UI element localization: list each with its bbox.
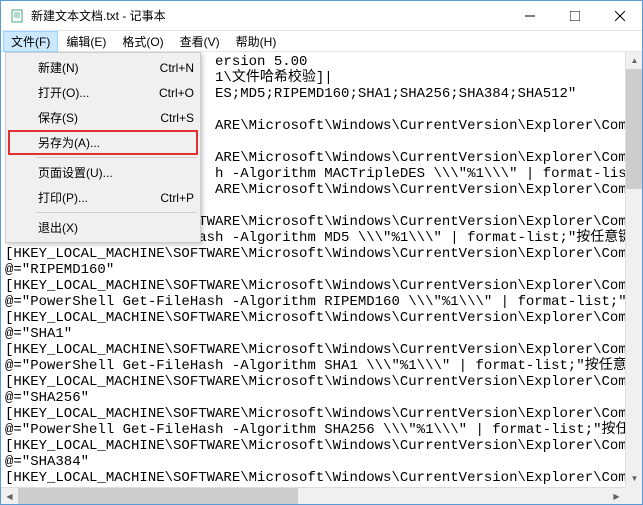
menu-item-shortcut: Ctrl+S: [160, 111, 194, 125]
content-area: ersion 5.00 1\文件哈希校验]| ES;MD5;RIPEMD160;…: [1, 52, 642, 504]
menu-item-label: 页面设置(U)...: [38, 164, 174, 181]
window-controls: [507, 1, 642, 30]
vertical-scrollbar[interactable]: ▲ ▼: [625, 52, 642, 487]
maximize-button[interactable]: [552, 1, 597, 30]
scroll-down-button[interactable]: ▼: [626, 470, 642, 487]
scroll-thumb-vertical[interactable]: [626, 69, 642, 189]
menu-item-label: 退出(X): [38, 219, 174, 236]
scroll-left-button[interactable]: ◀: [1, 488, 18, 504]
menu-separator: [36, 212, 197, 213]
menu-item-new[interactable]: 新建(N) Ctrl+N: [8, 55, 198, 80]
app-icon: [9, 8, 25, 24]
menu-item-save[interactable]: 保存(S) Ctrl+S: [8, 105, 198, 130]
menu-item-label: 打印(P)...: [38, 189, 140, 206]
menu-item-save-as[interactable]: 另存为(A)...: [8, 130, 198, 155]
titlebar: 新建文本文档.txt - 记事本: [1, 1, 642, 31]
menu-edit[interactable]: 编辑(E): [58, 31, 114, 52]
scroll-thumb-horizontal[interactable]: [18, 488, 298, 504]
menu-item-open[interactable]: 打开(O)... Ctrl+O: [8, 80, 198, 105]
menubar: 文件(F) 编辑(E) 格式(O) 查看(V) 帮助(H): [1, 31, 642, 52]
menu-item-shortcut: Ctrl+N: [160, 61, 194, 75]
menu-help[interactable]: 帮助(H): [228, 31, 285, 52]
window-title: 新建文本文档.txt - 记事本: [31, 7, 507, 24]
menu-item-print[interactable]: 打印(P)... Ctrl+P: [8, 185, 198, 210]
menu-item-shortcut: Ctrl+O: [159, 86, 194, 100]
menu-format[interactable]: 格式(O): [114, 31, 171, 52]
menu-file[interactable]: 文件(F): [3, 31, 58, 52]
file-dropdown-menu: 新建(N) Ctrl+N 打开(O)... Ctrl+O 保存(S) Ctrl+…: [5, 52, 201, 243]
scroll-right-button[interactable]: ▶: [608, 488, 625, 504]
menu-item-label: 另存为(A)...: [38, 134, 174, 151]
minimize-button[interactable]: [507, 1, 552, 30]
scroll-up-button[interactable]: ▲: [626, 52, 642, 69]
scroll-corner: [625, 487, 642, 504]
close-button[interactable]: [597, 1, 642, 30]
menu-separator: [36, 157, 197, 158]
menu-item-page-setup[interactable]: 页面设置(U)...: [8, 160, 198, 185]
menu-view[interactable]: 查看(V): [172, 31, 228, 52]
horizontal-scrollbar[interactable]: ◀ ▶: [1, 487, 625, 504]
menu-item-shortcut: Ctrl+P: [160, 191, 194, 205]
menu-item-label: 新建(N): [38, 59, 140, 76]
menu-item-label: 打开(O)...: [38, 84, 139, 101]
menu-item-label: 保存(S): [38, 109, 140, 126]
menu-item-exit[interactable]: 退出(X): [8, 215, 198, 240]
